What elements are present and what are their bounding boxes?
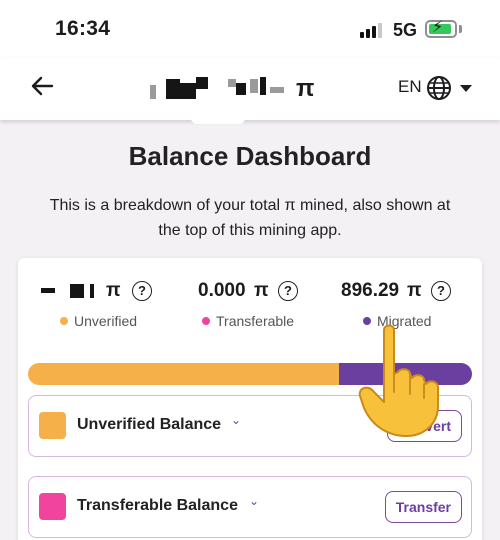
header-pull-tab [191,116,245,124]
unverified-color-swatch [39,412,66,439]
transferable-color-swatch [39,493,66,520]
progress-segment-unverified [28,363,339,385]
legend-dot [60,317,68,325]
stat-unit: π [254,280,269,301]
language-label[interactable]: EN [398,77,422,97]
row-label: Unverified Balance [77,416,222,433]
status-time: 16:34 [55,17,111,40]
row-label: Transferable Balance [77,497,238,514]
stat-unit: π [407,280,422,301]
stat-label: Transferable [202,313,294,329]
signal-icon [360,22,386,38]
transfer-button[interactable]: Transfer [384,491,462,523]
charging-icon: ⚡ [432,19,444,36]
legend-dot [202,317,210,325]
back-arrow-icon[interactable] [28,72,56,100]
stat-unit: π [106,280,121,301]
stat-label: Unverified [60,313,137,329]
network-label: 5G [393,20,418,40]
chevron-down-icon[interactable]: ⌄ [231,413,241,427]
page-title: Balance Dashboard [128,141,372,171]
globe-icon[interactable] [426,75,452,101]
stat-value: 0.000 [198,280,246,301]
stat-unverified: π ? Unverified [40,280,180,334]
help-icon[interactable]: ? [431,281,451,301]
help-icon[interactable]: ? [132,281,152,301]
help-icon[interactable]: ? [278,281,298,301]
chevron-down-icon[interactable]: ⌄ [249,494,259,508]
stat-value: 896.29 [341,280,400,301]
pi-symbol: π [296,75,315,102]
battery-cap [459,25,462,33]
pointing-hand-icon [358,324,439,437]
language-dropdown-icon[interactable] [460,85,472,92]
app-header: π EN [0,58,500,120]
status-bar: 16:34 5G ⚡ [0,0,500,58]
transferable-balance-row[interactable]: Transferable Balance ⌄ Transfer [28,476,472,538]
intro-text: This is a breakdown of your total π mine… [49,197,451,239]
stat-transferable: 0.000 π ? Transferable [198,280,328,334]
